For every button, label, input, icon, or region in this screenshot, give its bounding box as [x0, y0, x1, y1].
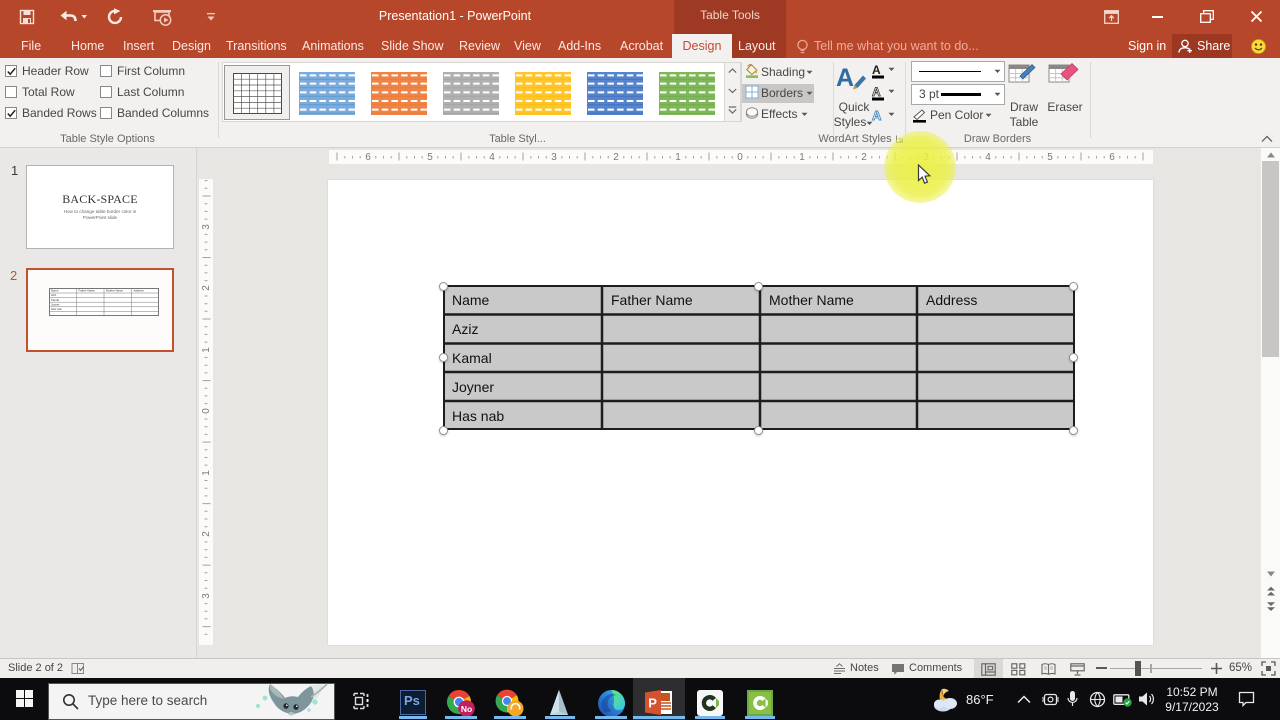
svg-text:A: A: [872, 63, 881, 77]
svg-text:2: 2: [201, 531, 212, 537]
svg-text:Mother Name: Mother Name: [106, 289, 123, 293]
svg-text:1: 1: [201, 470, 212, 476]
svg-text:4: 4: [489, 152, 495, 163]
svg-text:Aziz: Aziz: [51, 293, 57, 297]
svg-text:1: 1: [201, 347, 212, 353]
svg-text:Address: Address: [134, 289, 145, 293]
svg-text:1: 1: [675, 152, 681, 163]
svg-text:2: 2: [201, 285, 212, 291]
svg-text:A: A: [836, 64, 854, 90]
svg-text:Father Name: Father Name: [79, 289, 96, 293]
svg-text:0: 0: [737, 152, 743, 163]
svg-text:6: 6: [365, 152, 371, 163]
svg-text:5: 5: [427, 152, 433, 163]
svg-text:6: 6: [1109, 152, 1115, 163]
svg-text:5: 5: [1047, 152, 1053, 163]
svg-text:A: A: [872, 108, 882, 123]
svg-text:Name: Name: [51, 289, 59, 293]
svg-text:0: 0: [201, 408, 212, 414]
svg-text:Kamal: Kamal: [51, 298, 59, 302]
svg-text:3: 3: [551, 152, 557, 163]
svg-text:4: 4: [985, 152, 991, 163]
svg-text:1: 1: [799, 152, 805, 163]
svg-text:2: 2: [861, 152, 867, 163]
svg-text:P: P: [648, 696, 657, 711]
svg-text:3: 3: [201, 593, 212, 599]
svg-text:Has nab: Has nab: [51, 307, 62, 311]
svg-text:A: A: [872, 85, 881, 99]
svg-text:Joyner: Joyner: [51, 302, 59, 306]
svg-text:2: 2: [613, 152, 619, 163]
svg-text:No: No: [461, 704, 472, 714]
svg-text:3: 3: [201, 224, 212, 230]
